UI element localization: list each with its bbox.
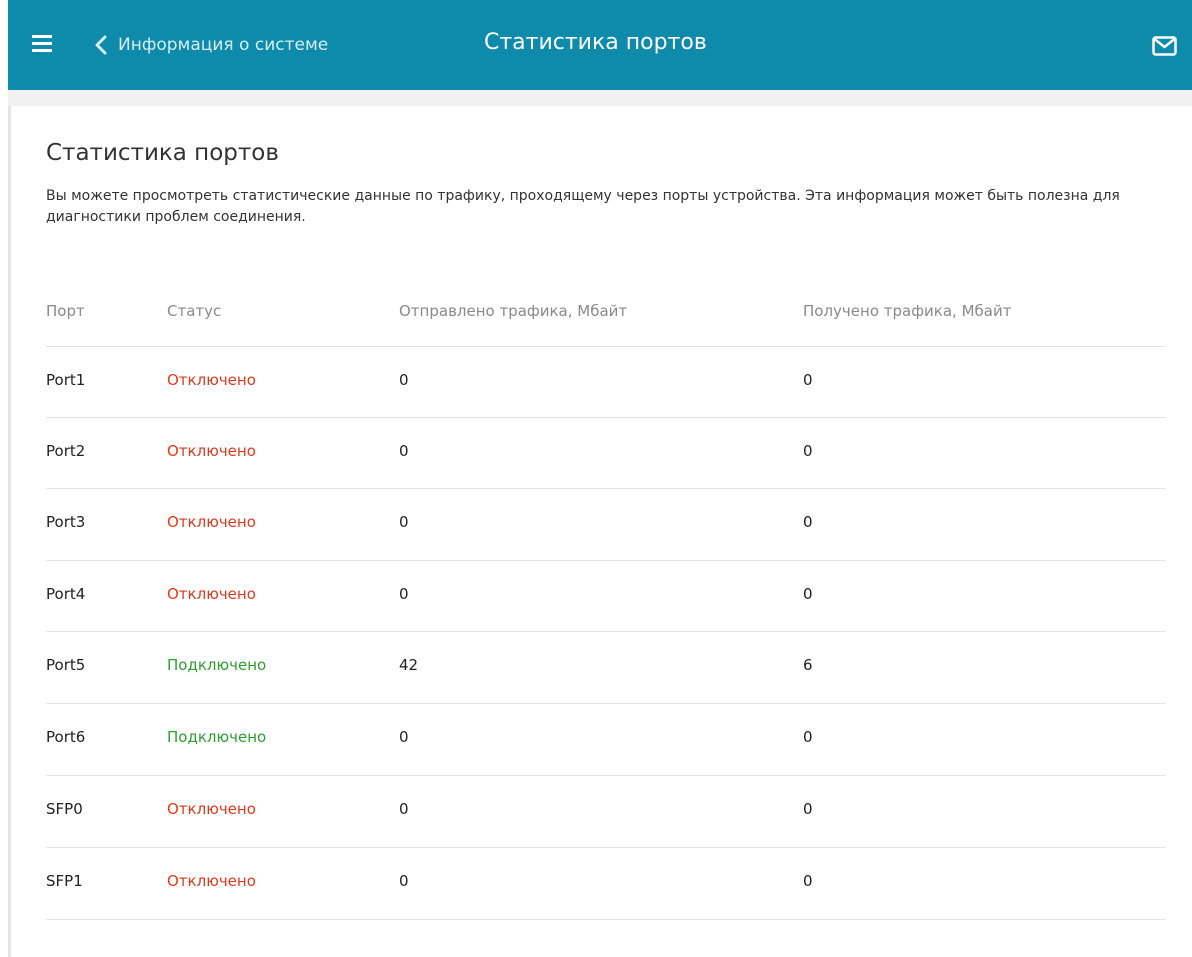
port-cell: Port6: [46, 728, 86, 746]
table-row: Port4 Отключено 0 0: [46, 560, 1166, 632]
header-shadow: [8, 90, 1192, 106]
top-bar: Информация о системе Статистика портов: [8, 0, 1192, 90]
received-cell: 0: [803, 371, 813, 389]
sent-cell: 42: [399, 656, 419, 674]
status-cell: Отключено: [167, 872, 256, 890]
port-cell: Port2: [46, 442, 86, 460]
table-row: Port5 Подключено 42 6: [46, 631, 1166, 703]
received-cell: 0: [803, 800, 813, 818]
received-cell: 0: [803, 513, 813, 531]
app-screen: Информация о системе Статистика портов С…: [0, 0, 1192, 957]
received-cell: 6: [803, 656, 813, 674]
port-cell: SFP1: [46, 872, 83, 890]
status-cell: Подключено: [167, 656, 267, 674]
status-cell: Подключено: [167, 728, 267, 746]
column-header-status: Статус: [167, 302, 222, 320]
port-cell: Port3: [46, 513, 86, 531]
received-cell: 0: [803, 585, 813, 603]
table-row: Port3 Отключено 0 0: [46, 488, 1166, 560]
page-title: Статистика портов: [46, 140, 279, 166]
sent-cell: 0: [399, 585, 409, 603]
table-row: SFP0 Отключено 0 0: [46, 775, 1166, 847]
status-cell: Отключено: [167, 800, 256, 818]
sent-cell: 0: [399, 728, 409, 746]
received-cell: 0: [803, 728, 813, 746]
port-cell: Port5: [46, 656, 86, 674]
sent-cell: 0: [399, 442, 409, 460]
received-cell: 0: [803, 872, 813, 890]
status-cell: Отключено: [167, 371, 256, 389]
mail-icon[interactable]: [1152, 36, 1177, 56]
column-header-sent: Отправлено трафика, Мбайт: [399, 302, 628, 320]
table-row: Port2 Отключено 0 0: [46, 417, 1166, 489]
menu-icon[interactable]: [32, 35, 52, 53]
port-cell: SFP0: [46, 800, 83, 818]
sent-cell: 0: [399, 371, 409, 389]
status-cell: Отключено: [167, 585, 256, 603]
table-row: Port1 Отключено 0 0: [46, 346, 1166, 418]
sent-cell: 0: [399, 513, 409, 531]
header-title: Статистика портов: [484, 30, 707, 55]
sent-cell: 0: [399, 800, 409, 818]
table-row: Port6 Подключено 0 0: [46, 703, 1166, 775]
back-link-label: Информация о системе: [118, 35, 329, 55]
sent-cell: 0: [399, 872, 409, 890]
table-row: SFP1 Отключено 0 0: [46, 847, 1166, 920]
chevron-left-icon: [95, 35, 107, 55]
page-description: Вы можете просмотреть статистические дан…: [46, 188, 1120, 225]
back-link[interactable]: Информация о системе: [92, 32, 328, 58]
status-cell: Отключено: [167, 442, 256, 460]
received-cell: 0: [803, 442, 813, 460]
port-cell: Port1: [46, 371, 86, 389]
column-header-port: Порт: [46, 302, 85, 320]
column-header-received: Получено трафика, Мбайт: [803, 302, 1012, 320]
port-cell: Port4: [46, 585, 86, 603]
status-cell: Отключено: [167, 513, 256, 531]
